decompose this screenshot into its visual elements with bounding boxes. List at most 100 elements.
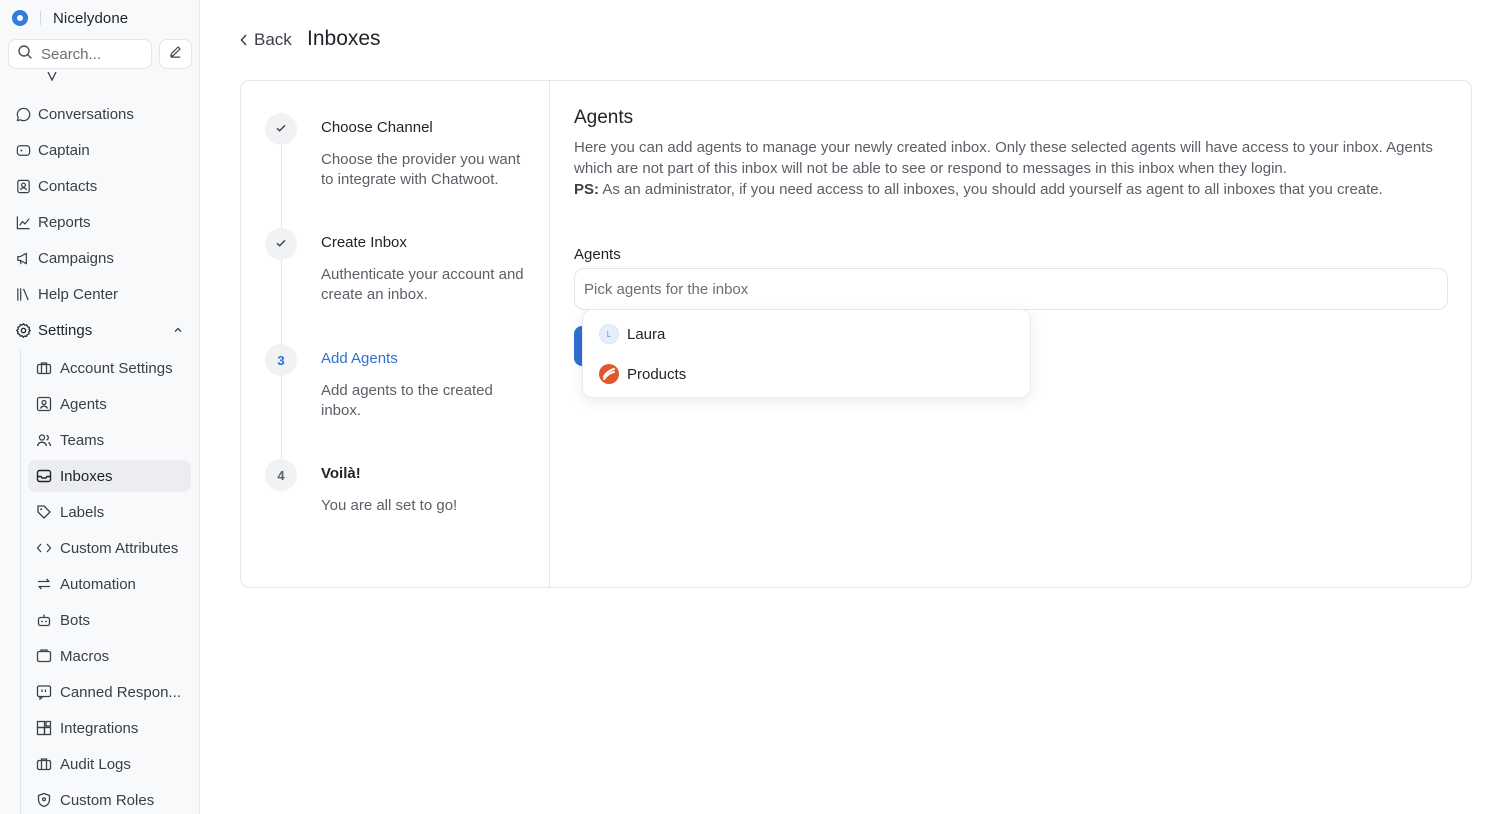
section-title: Agents [574, 107, 634, 128]
folder-icon [36, 648, 52, 664]
avatar: L [599, 324, 619, 344]
briefcase-icon [36, 756, 52, 772]
line-chart-icon [14, 213, 32, 231]
step-title: Choose Channel [321, 119, 433, 136]
bot-icon [36, 612, 52, 628]
step-description: Choose the provider you want to integrat… [321, 151, 521, 188]
library-icon [14, 285, 32, 303]
sidebar-item-teams[interactable]: Teams [28, 424, 191, 456]
step-marker: 4 [265, 459, 297, 491]
inbox-icon [36, 468, 52, 484]
check-icon [274, 121, 288, 138]
sidebar-item-label: Agents [60, 395, 107, 413]
sidebar-item-label: Macros [60, 647, 110, 665]
sidebar-item-automation[interactable]: Automation [28, 568, 191, 600]
dropdown-option-laura[interactable]: L Laura [599, 322, 665, 346]
sidebar-item-label: Automation [60, 575, 136, 593]
users-icon [36, 432, 52, 448]
chat-bubble-icon [14, 105, 32, 123]
nav-item-captain[interactable]: Captain [14, 134, 190, 166]
nav-item-label: Campaigns [38, 249, 114, 267]
sidebar: Nicelydone Conversations Captain Contact… [0, 0, 200, 814]
step-title: Create Inbox [321, 234, 407, 251]
brand-logo-icon [12, 10, 28, 26]
ps-label: PS: [574, 181, 600, 198]
nav-item-reports[interactable]: Reports [14, 206, 190, 238]
nav-item-contacts[interactable]: Contacts [14, 170, 190, 202]
steps-connector [281, 129, 282, 479]
sidebar-item-label: Inboxes [60, 467, 113, 485]
description-text: Here you can add agents to manage your n… [574, 139, 1433, 177]
ps-text: As an administrator, if you need access … [599, 181, 1383, 198]
nav-item-label: Reports [38, 213, 91, 231]
sidebar-item-label: Integrations [60, 719, 139, 737]
user-square-icon [36, 396, 52, 412]
step-title: Add Agents [321, 350, 398, 367]
products-logo-icon [599, 364, 619, 384]
nav-item-label: Conversations [38, 105, 134, 123]
brand[interactable]: Nicelydone [12, 8, 128, 28]
settings-tree-line [20, 350, 21, 814]
option-label: Laura [627, 325, 666, 343]
sidebar-item-label: Custom Roles [60, 791, 155, 809]
nav-item-label: Help Center [38, 285, 119, 303]
gear-icon [14, 321, 32, 339]
nav-item-settings[interactable]: Settings [14, 314, 190, 346]
divider [40, 11, 41, 25]
brand-name: Nicelydone [53, 9, 129, 27]
nav-item-conversations[interactable]: Conversations [14, 98, 190, 130]
pencil-icon [168, 44, 183, 64]
step-description: Add agents to the created inbox. [321, 382, 493, 419]
sidebar-item-label: Account Settings [60, 359, 173, 377]
arrows-swap-icon [36, 576, 52, 592]
sidebar-item-inboxes[interactable]: Inboxes [28, 460, 191, 492]
sidebar-item-agents[interactable]: Agents [28, 388, 191, 420]
compose-button[interactable] [159, 39, 192, 69]
code-icon [36, 540, 52, 556]
nav-item-label: Settings [38, 321, 93, 339]
search-box[interactable] [8, 39, 152, 69]
nav-item-campaigns[interactable]: Campaigns [14, 242, 190, 274]
page-title: Inboxes [307, 27, 381, 50]
nav-item-label: Contacts [38, 177, 98, 195]
setup-card: Choose Channel Choose the provider you w… [240, 80, 1472, 588]
captain-icon [14, 141, 32, 159]
dropdown-option-products[interactable]: Products [599, 362, 686, 386]
back-button[interactable]: Back [238, 29, 292, 51]
sidebar-item-label: Bots [60, 611, 91, 629]
sidebar-item-canned-responses[interactable]: Canned Respon... [28, 676, 191, 708]
sidebar-item-audit-logs[interactable]: Audit Logs [28, 748, 191, 780]
chevron-up-icon[interactable] [172, 323, 184, 340]
option-label: Products [627, 365, 687, 383]
sidebar-item-label: Canned Respon... [60, 683, 181, 701]
agents-panel: Agents Here you can add agents to manage… [574, 107, 1450, 398]
blocks-icon [36, 720, 52, 736]
step-marker [265, 113, 297, 145]
nav-item-label: Captain [38, 141, 90, 159]
sidebar-item-labels[interactable]: Labels [28, 496, 191, 528]
sidebar-item-integrations[interactable]: Integrations [28, 712, 191, 744]
chevron-left-icon [238, 33, 250, 47]
briefcase-icon [36, 360, 52, 376]
sidebar-item-label: Audit Logs [60, 755, 131, 773]
quote-message-icon [36, 684, 52, 700]
sidebar-item-custom-roles[interactable]: Custom Roles [28, 784, 191, 814]
search-input[interactable] [41, 45, 141, 63]
step-description: You are all set to go! [321, 497, 458, 514]
scrolled-item-fragment [46, 72, 58, 86]
section-description: Here you can add agents to manage your n… [574, 137, 1450, 200]
sidebar-item-bots[interactable]: Bots [28, 604, 191, 636]
sidebar-item-account-settings[interactable]: Account Settings [28, 352, 191, 384]
step-marker [265, 228, 297, 260]
nav-item-help-center[interactable]: Help Center [14, 278, 190, 310]
step-description: Authenticate your account and create an … [321, 266, 524, 303]
tag-icon [36, 504, 52, 520]
agents-field-label: Agents [574, 246, 621, 263]
sidebar-item-macros[interactable]: Macros [28, 640, 191, 672]
sidebar-item-label: Teams [60, 431, 105, 449]
sidebar-item-custom-attributes[interactable]: Custom Attributes [28, 532, 191, 564]
wizard-steps: Choose Channel Choose the provider you w… [241, 81, 550, 587]
step-title: Voilà! [321, 465, 361, 482]
sidebar-item-label: Custom Attributes [60, 539, 179, 557]
agents-multiselect-input[interactable] [574, 268, 1448, 310]
